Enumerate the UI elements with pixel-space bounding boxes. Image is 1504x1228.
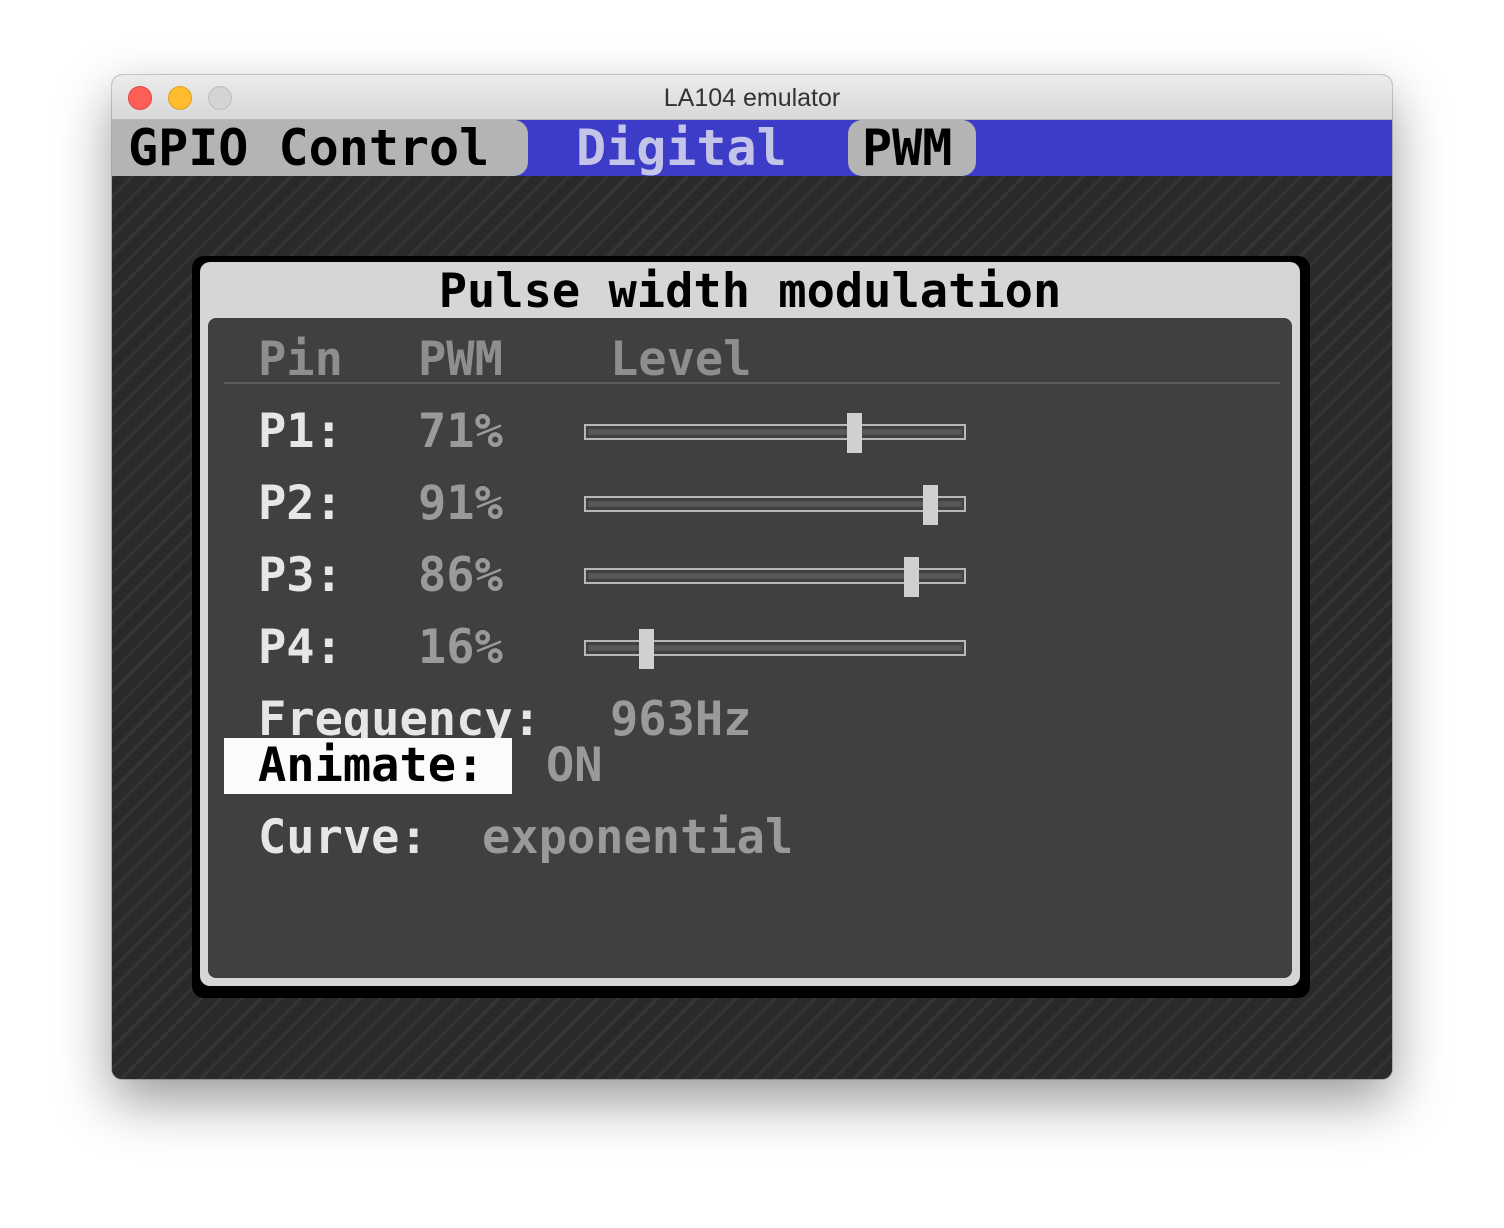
slider-thumb[interactable]: [922, 485, 938, 525]
app-title-tab[interactable]: GPIO Control: [112, 120, 528, 176]
slider-track: [588, 501, 962, 507]
animate-label[interactable]: Animate:: [258, 740, 484, 792]
pwm-value-p3[interactable]: 86%: [418, 550, 503, 602]
pwm-panel: Pin PWM Level P1: 71% P2: 91% P3: 86% P4…: [208, 318, 1292, 978]
level-slider-p2[interactable]: [584, 485, 966, 525]
slider-thumb[interactable]: [847, 413, 863, 453]
tab-digital[interactable]: Digital: [576, 120, 787, 176]
pin-label-p1: P1:: [258, 404, 343, 459]
pwm-value-p4[interactable]: 16%: [418, 622, 503, 674]
pwm-dialog: Pulse width modulation Pin PWM Level P1:…: [192, 256, 1310, 998]
window-title: LA104 emulator: [663, 84, 841, 112]
pin-label-p2: P2:: [258, 476, 343, 531]
column-header-pin: Pin: [258, 332, 343, 387]
frequency-value[interactable]: 963Hz: [610, 694, 751, 746]
window-titlebar[interactable]: LA104 emulator: [112, 75, 1392, 120]
curve-label: Curve:: [258, 810, 428, 865]
pin-label-p4: P4:: [258, 620, 343, 675]
header-divider: [224, 382, 1280, 384]
column-header-level: Level: [610, 332, 752, 387]
slider-thumb[interactable]: [639, 629, 655, 669]
animate-value[interactable]: ON: [546, 740, 603, 792]
pwm-value-p1[interactable]: 71%: [418, 406, 503, 458]
slider-track: [588, 429, 962, 435]
level-slider-p3[interactable]: [584, 557, 966, 597]
slider-thumb[interactable]: [904, 557, 920, 597]
dialog-title: Pulse width modulation: [438, 264, 1062, 319]
pwm-value-p2[interactable]: 91%: [418, 478, 503, 530]
pwm-dialog-frame: Pulse width modulation Pin PWM Level P1:…: [200, 262, 1300, 986]
level-slider-p1[interactable]: [584, 413, 966, 453]
pin-label-p3: P3:: [258, 548, 343, 603]
device-screen: GPIO Control Digital PWM Pulse width mod…: [112, 120, 1392, 1079]
level-slider-p4[interactable]: [584, 629, 966, 669]
top-menu-bar: GPIO Control Digital PWM: [112, 120, 1392, 176]
tab-pwm[interactable]: PWM: [848, 120, 976, 176]
emulator-window: LA104 emulator GPIO Control Digital PWM …: [112, 75, 1392, 1079]
curve-value[interactable]: exponential: [482, 812, 793, 864]
column-header-pwm: PWM: [418, 332, 503, 387]
